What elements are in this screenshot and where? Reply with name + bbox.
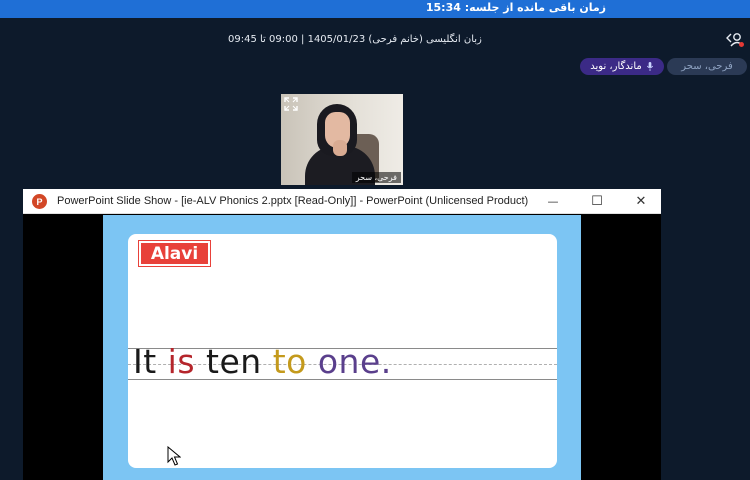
expand-icon[interactable] <box>284 97 298 111</box>
speaking-participant-chip[interactable]: ماندگار، نوید <box>580 58 664 75</box>
video-tile[interactable]: فرحی، سحر <box>281 94 403 185</box>
close-icon: ✕ <box>635 194 647 209</box>
slide-sentence: It is ten to one. <box>133 342 392 382</box>
participant-chip[interactable]: فرحی، سحر <box>667 58 747 75</box>
top-bar: زمان باقی مانده از جلسه: 15:34 <box>0 0 750 18</box>
minimize-button[interactable]: — <box>533 189 573 214</box>
minimize-icon: — <box>547 195 559 208</box>
word-2: is <box>167 342 196 381</box>
participants-button[interactable] <box>726 31 744 49</box>
powerpoint-titlebar[interactable]: P PowerPoint Slide Show - [ie-ALV Phonic… <box>23 189 661 214</box>
close-button[interactable]: ✕ <box>621 189 661 214</box>
maximize-button[interactable]: ☐ <box>577 189 617 214</box>
word-1: It <box>133 342 157 381</box>
slide[interactable]: Alavi It is ten to one. <box>103 215 581 480</box>
powerpoint-window: P PowerPoint Slide Show - [ie-ALV Phonic… <box>23 189 661 480</box>
word-4: to <box>272 342 307 381</box>
mouse-cursor-icon <box>167 446 181 466</box>
word-3: ten <box>206 342 262 381</box>
video-name-tag: فرحی، سحر <box>351 172 401 183</box>
window-title: PowerPoint Slide Show - [ie-ALV Phonics … <box>57 195 529 207</box>
notification-dot <box>739 42 744 47</box>
slide-badge: Alavi <box>138 240 211 267</box>
remaining-time-label: زمان باقی مانده از جلسه: 15:34 <box>425 1 606 14</box>
word-5: one. <box>317 342 392 381</box>
powerpoint-logo-icon: P <box>32 194 47 209</box>
microphone-icon <box>646 62 653 71</box>
participant-name: فرحی، سحر <box>681 61 733 72</box>
speaking-participant-name: ماندگار، نوید <box>590 61 642 72</box>
slide-card: Alavi It is ten to one. <box>128 234 557 468</box>
maximize-icon: ☐ <box>591 194 603 209</box>
session-title: زبان انگلیسی (خانم فرحی) 1405/01/23 | 09… <box>228 34 482 45</box>
video-person-hand <box>333 140 347 156</box>
